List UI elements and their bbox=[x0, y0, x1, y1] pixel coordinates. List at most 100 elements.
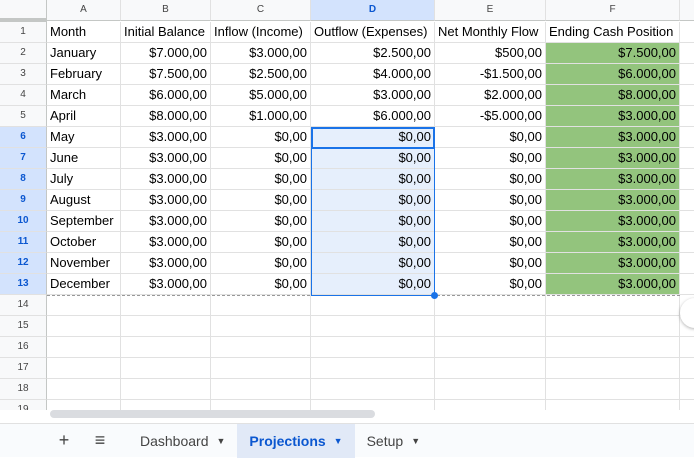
table-cell[interactable]: $8.000,00 bbox=[121, 106, 211, 127]
table-cell[interactable] bbox=[680, 148, 694, 169]
table-cell[interactable] bbox=[311, 400, 435, 410]
table-cell[interactable] bbox=[121, 295, 211, 316]
table-cell[interactable] bbox=[435, 316, 546, 337]
table-cell[interactable]: $8.000,00 bbox=[546, 85, 680, 106]
row-header[interactable]: 6 bbox=[0, 127, 47, 148]
table-cell[interactable]: February bbox=[47, 64, 121, 85]
table-cell[interactable]: $3.000,00 bbox=[311, 85, 435, 106]
table-cell[interactable]: $3.000,00 bbox=[546, 211, 680, 232]
row-header[interactable]: 15 bbox=[0, 316, 47, 337]
table-cell[interactable]: $0,00 bbox=[311, 274, 435, 295]
table-cell[interactable]: $500,00 bbox=[435, 43, 546, 64]
table-cell[interactable] bbox=[121, 316, 211, 337]
table-cell[interactable]: $6.000,00 bbox=[121, 85, 211, 106]
table-cell[interactable]: $0,00 bbox=[211, 169, 311, 190]
table-cell[interactable]: December bbox=[47, 274, 121, 295]
table-cell[interactable]: July bbox=[47, 169, 121, 190]
table-cell[interactable]: $3.000,00 bbox=[546, 127, 680, 148]
table-cell[interactable]: April bbox=[47, 106, 121, 127]
table-cell[interactable]: $3.000,00 bbox=[211, 43, 311, 64]
table-cell[interactable] bbox=[435, 295, 546, 316]
table-cell[interactable]: $0,00 bbox=[435, 169, 546, 190]
table-cell[interactable] bbox=[680, 379, 694, 400]
table-cell[interactable]: $3.000,00 bbox=[546, 232, 680, 253]
table-cell[interactable]: $0,00 bbox=[311, 211, 435, 232]
spreadsheet-grid[interactable]: A B C D E F 1 Month Initial Balance Inflow (Incom… bbox=[0, 0, 694, 410]
table-cell[interactable] bbox=[546, 295, 680, 316]
table-cell[interactable]: $6.000,00 bbox=[311, 106, 435, 127]
table-cell[interactable]: $0,00 bbox=[311, 148, 435, 169]
table-cell[interactable] bbox=[47, 295, 121, 316]
table-cell[interactable] bbox=[47, 358, 121, 379]
table-cell[interactable]: $2.500,00 bbox=[211, 64, 311, 85]
table-cell[interactable] bbox=[435, 379, 546, 400]
table-cell[interactable]: May bbox=[47, 127, 121, 148]
add-sheet-button[interactable]: + bbox=[46, 430, 82, 451]
sheet-tab-setup[interactable]: Setup ▼ bbox=[355, 424, 433, 458]
row-header[interactable]: 2 bbox=[0, 43, 47, 64]
table-cell[interactable] bbox=[680, 190, 694, 211]
table-cell[interactable]: Net Monthly Flow bbox=[435, 22, 546, 43]
table-cell[interactable]: -$5.000,00 bbox=[435, 106, 546, 127]
table-cell[interactable]: $3.000,00 bbox=[546, 169, 680, 190]
table-cell[interactable]: $3.000,00 bbox=[121, 232, 211, 253]
table-cell[interactable] bbox=[546, 400, 680, 410]
table-cell[interactable]: $0,00 bbox=[311, 169, 435, 190]
table-cell[interactable] bbox=[211, 337, 311, 358]
table-cell[interactable] bbox=[121, 379, 211, 400]
column-header[interactable]: B bbox=[121, 0, 211, 21]
table-cell[interactable] bbox=[546, 358, 680, 379]
table-cell[interactable]: $0,00 bbox=[211, 253, 311, 274]
table-cell[interactable]: $3.000,00 bbox=[546, 274, 680, 295]
table-cell[interactable]: September bbox=[47, 211, 121, 232]
table-cell[interactable] bbox=[47, 400, 121, 410]
row-header[interactable]: 18 bbox=[0, 379, 47, 400]
table-cell[interactable]: $3.000,00 bbox=[121, 127, 211, 148]
caret-down-icon[interactable]: ▼ bbox=[411, 436, 420, 446]
row-header[interactable]: 14 bbox=[0, 295, 47, 316]
table-cell[interactable] bbox=[311, 337, 435, 358]
table-cell[interactable]: -$1.500,00 bbox=[435, 64, 546, 85]
table-cell[interactable]: $4.000,00 bbox=[311, 64, 435, 85]
table-cell[interactable]: January bbox=[47, 43, 121, 64]
fill-handle[interactable] bbox=[431, 292, 438, 299]
table-cell[interactable]: November bbox=[47, 253, 121, 274]
table-cell[interactable]: $0,00 bbox=[435, 253, 546, 274]
table-cell[interactable]: $0,00 bbox=[311, 232, 435, 253]
table-cell[interactable]: March bbox=[47, 85, 121, 106]
table-cell[interactable]: $3.000,00 bbox=[546, 106, 680, 127]
table-cell[interactable]: $0,00 bbox=[211, 148, 311, 169]
table-cell[interactable]: June bbox=[47, 148, 121, 169]
table-cell[interactable] bbox=[546, 337, 680, 358]
column-header[interactable]: C bbox=[211, 0, 311, 21]
table-cell[interactable]: $0,00 bbox=[435, 127, 546, 148]
table-cell[interactable] bbox=[121, 358, 211, 379]
table-cell[interactable]: $0,00 bbox=[435, 274, 546, 295]
table-cell[interactable] bbox=[211, 316, 311, 337]
table-cell[interactable]: $0,00 bbox=[435, 190, 546, 211]
table-cell[interactable]: $3.000,00 bbox=[121, 274, 211, 295]
table-cell[interactable] bbox=[211, 379, 311, 400]
table-cell[interactable]: $0,00 bbox=[211, 232, 311, 253]
table-cell[interactable]: $0,00 bbox=[435, 148, 546, 169]
table-cell[interactable]: $3.000,00 bbox=[121, 211, 211, 232]
row-header[interactable]: 9 bbox=[0, 190, 47, 211]
table-cell[interactable] bbox=[121, 400, 211, 410]
column-header[interactable]: A bbox=[47, 0, 121, 21]
table-cell[interactable] bbox=[47, 316, 121, 337]
table-cell[interactable]: $0,00 bbox=[211, 127, 311, 148]
table-cell[interactable] bbox=[211, 295, 311, 316]
table-cell[interactable]: $0,00 bbox=[435, 232, 546, 253]
column-header[interactable]: E bbox=[435, 0, 546, 21]
row-header[interactable]: 3 bbox=[0, 64, 47, 85]
table-cell[interactable] bbox=[680, 43, 694, 64]
table-cell[interactable] bbox=[47, 379, 121, 400]
table-cell[interactable] bbox=[211, 358, 311, 379]
table-cell[interactable]: $2.000,00 bbox=[435, 85, 546, 106]
table-cell[interactable] bbox=[680, 106, 694, 127]
row-header[interactable]: 10 bbox=[0, 211, 47, 232]
table-cell[interactable] bbox=[680, 169, 694, 190]
table-cell[interactable]: $3.000,00 bbox=[546, 148, 680, 169]
sheet-tab-projections[interactable]: Projections ▼ bbox=[237, 423, 355, 458]
table-cell[interactable] bbox=[435, 358, 546, 379]
